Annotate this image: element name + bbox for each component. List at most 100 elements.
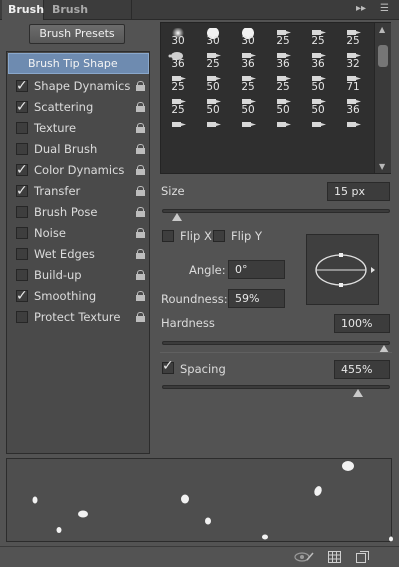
transfer-checkbox[interactable]: [16, 181, 28, 202]
shape-dynamics-checkbox[interactable]: [16, 76, 28, 97]
brush-tip-cell[interactable]: 36: [161, 50, 195, 70]
lock-icon[interactable]: [136, 228, 145, 238]
hardness-field[interactable]: 100%: [334, 314, 390, 333]
lock-icon[interactable]: [136, 81, 145, 91]
scattering-checkbox[interactable]: [16, 97, 28, 118]
brush-tip-cell[interactable]: 25: [196, 50, 230, 70]
brush-tip-cell[interactable]: 50: [196, 96, 230, 116]
angle-field[interactable]: 0°: [228, 260, 285, 279]
angle-roundness-widget[interactable]: [306, 234, 379, 305]
option-wet-edges[interactable]: Wet Edges: [7, 244, 149, 265]
option-build-up[interactable]: Build-up: [7, 265, 149, 286]
brush-tip-cell[interactable]: 25: [266, 73, 300, 93]
brush-pose-label: Brush Pose: [34, 205, 98, 219]
preview-dot: [342, 461, 354, 471]
lock-icon[interactable]: [136, 165, 145, 175]
scroll-up-icon[interactable]: ▲: [379, 25, 385, 34]
brush-tip-cell[interactable]: 50: [266, 96, 300, 116]
lock-icon[interactable]: [136, 207, 145, 217]
brush-tip-cell[interactable]: 36: [231, 50, 265, 70]
brush-tip-cell[interactable]: 50: [231, 96, 265, 116]
brush-tip-grid[interactable]: 30 30 30 25 25 25 36 25 36 36 36 32 25 50 25 25 50 71 25 50…: [160, 22, 391, 174]
brush-tip-cell[interactable]: 25: [161, 73, 195, 93]
toggle-live-tip-preview-icon[interactable]: [294, 551, 314, 563]
lock-icon[interactable]: [136, 249, 145, 259]
brush-tip-size: 25: [276, 35, 290, 47]
grid-scrollbar[interactable]: ▲ ▼: [374, 23, 391, 173]
brush-tip-cell[interactable]: 32: [336, 50, 370, 70]
roundness-field[interactable]: 59%: [228, 289, 285, 308]
noise-checkbox[interactable]: [16, 227, 28, 239]
brush-tip-shape-item[interactable]: Brush Tip Shape: [8, 53, 149, 74]
brush-tip-cell[interactable]: 36: [266, 50, 300, 70]
brush-presets-button[interactable]: Brush Presets: [29, 24, 125, 44]
lock-icon[interactable]: [136, 102, 145, 112]
flip-x-checkbox[interactable]: [162, 230, 174, 242]
brush-tip-cell[interactable]: [196, 119, 230, 138]
dual-brush-checkbox[interactable]: [16, 143, 28, 155]
size-field[interactable]: 15 px: [327, 182, 390, 201]
brush-tip-cell[interactable]: [266, 119, 300, 138]
option-brush-pose[interactable]: Brush Pose: [7, 202, 149, 223]
tab-brush[interactable]: Brush: [2, 0, 44, 20]
wet-edges-checkbox[interactable]: [16, 248, 28, 260]
option-transfer[interactable]: Transfer: [7, 181, 149, 202]
brush-tip-cell[interactable]: 50: [301, 73, 335, 93]
new-preset-icon[interactable]: [356, 551, 369, 563]
lock-icon[interactable]: [136, 123, 145, 133]
brush-tip-cell[interactable]: [336, 119, 370, 138]
scrollbar-thumb[interactable]: [378, 45, 388, 67]
brush-tip-cell[interactable]: [301, 119, 335, 138]
brush-tip-cell[interactable]: 25: [231, 73, 265, 93]
preview-dot: [78, 510, 88, 518]
dual-brush-label: Dual Brush: [34, 142, 98, 156]
option-smoothing[interactable]: Smoothing: [7, 286, 149, 307]
spacing-slider-knob[interactable]: [353, 389, 363, 397]
lock-icon[interactable]: [136, 186, 145, 196]
scroll-down-icon[interactable]: ▼: [379, 162, 385, 171]
color-dynamics-checkbox[interactable]: [16, 160, 28, 181]
lock-icon[interactable]: [136, 144, 145, 154]
brush-tip-cell[interactable]: 30: [161, 27, 195, 47]
texture-checkbox[interactable]: [16, 122, 28, 134]
collapse-panel-icon[interactable]: ▸▸: [356, 3, 366, 14]
option-color-dynamics[interactable]: Color Dynamics: [7, 160, 149, 181]
option-shape-dynamics[interactable]: Shape Dynamics: [7, 76, 149, 97]
brush-tip-cell[interactable]: 50: [301, 96, 335, 116]
brush-tip-cell[interactable]: 25: [161, 96, 195, 116]
hardness-slider[interactable]: [162, 341, 390, 353]
spacing-slider[interactable]: [162, 385, 390, 397]
brush-tip-cell[interactable]: 36: [336, 96, 370, 116]
build-up-checkbox[interactable]: [16, 269, 28, 281]
lock-icon[interactable]: [136, 312, 145, 322]
spacing-field[interactable]: 455%: [334, 360, 390, 379]
brush-tip-cell[interactable]: 30: [231, 27, 265, 47]
brush-pose-checkbox[interactable]: [16, 206, 28, 218]
size-slider[interactable]: [162, 209, 390, 221]
brush-tip-cell[interactable]: 25: [336, 27, 370, 47]
brush-tip-cell[interactable]: 25: [266, 27, 300, 47]
option-scattering[interactable]: Scattering: [7, 97, 149, 118]
option-protect-texture[interactable]: Protect Texture: [7, 307, 149, 328]
brush-tip-cell[interactable]: [231, 119, 265, 138]
brush-ellipse-icon[interactable]: [307, 235, 380, 306]
option-dual-brush[interactable]: Dual Brush: [7, 139, 149, 160]
panel-menu-icon[interactable]: ☰: [380, 3, 389, 14]
brush-tip-cell[interactable]: [161, 119, 195, 138]
brush-tip-cell[interactable]: 25: [301, 27, 335, 47]
smoothing-checkbox[interactable]: [16, 286, 28, 307]
tab-brush-presets[interactable]: Brush Presets: [46, 0, 132, 36]
option-noise[interactable]: Noise: [7, 223, 149, 244]
lock-icon[interactable]: [136, 270, 145, 280]
size-slider-knob[interactable]: [172, 213, 182, 221]
brush-tip-cell[interactable]: 71: [336, 73, 370, 93]
option-texture[interactable]: Texture: [7, 118, 149, 139]
lock-icon[interactable]: [136, 291, 145, 301]
grid-icon[interactable]: [328, 551, 341, 563]
protect-texture-checkbox[interactable]: [16, 311, 28, 323]
flip-y-checkbox[interactable]: [213, 230, 225, 242]
spacing-checkbox[interactable]: [162, 358, 174, 374]
brush-tip-cell[interactable]: 50: [196, 73, 230, 93]
brush-tip-cell[interactable]: 30: [196, 27, 230, 47]
brush-tip-cell[interactable]: 36: [301, 50, 335, 70]
